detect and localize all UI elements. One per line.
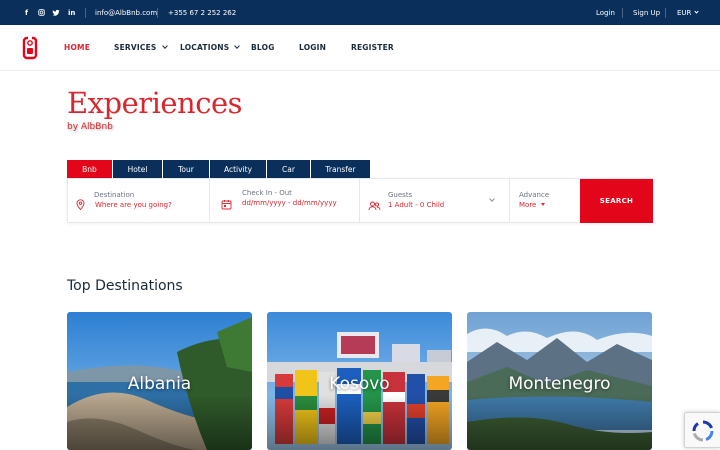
nav-services[interactable]: SERVICES xyxy=(114,43,168,52)
instagram-icon[interactable] xyxy=(38,0,45,25)
calendar-icon xyxy=(221,195,232,214)
chevron-down-icon xyxy=(489,196,495,202)
destination-card-albania[interactable]: Albania xyxy=(67,312,252,450)
dates-label: Check In - Out xyxy=(242,189,292,197)
advance-label: Advance xyxy=(519,191,550,199)
top-login-link[interactable]: Login xyxy=(596,0,615,25)
chevron-down-icon xyxy=(161,43,168,49)
nav-blog[interactable]: BLOG xyxy=(251,43,275,52)
guests-value[interactable]: 1 Adult - 0 Child xyxy=(388,201,444,209)
caret-down-icon xyxy=(540,203,545,206)
nav-register[interactable]: REGISTER xyxy=(351,43,394,52)
dates-field[interactable]: Check In - Out dd/mm/yyyy - dd/mm/yyyy xyxy=(210,179,360,222)
contact-phone[interactable]: +355 67 2 252 262 xyxy=(168,0,236,25)
nav-home[interactable]: HOME xyxy=(64,43,90,52)
tab-bnb[interactable]: Bnb xyxy=(67,160,112,178)
top-bar: f in info@AlbBnb.com +355 67 2 252 262 L… xyxy=(0,0,720,25)
tab-tour[interactable]: Tour xyxy=(163,160,209,178)
advance-more-label: More xyxy=(519,201,537,209)
page-title: Experiences xyxy=(67,86,243,120)
destination-label: Destination xyxy=(94,191,135,199)
tab-hotel[interactable]: Hotel xyxy=(113,160,162,178)
recaptcha-icon xyxy=(692,420,714,442)
section-title: Top Destinations xyxy=(67,278,183,294)
guests-field[interactable]: Guests 1 Adult - 0 Child xyxy=(360,179,510,222)
destination-card-kosovo[interactable]: Kosovo xyxy=(267,312,452,450)
chevron-down-icon xyxy=(694,9,700,14)
currency-label: EUR xyxy=(677,8,692,17)
advance-field[interactable]: Advance More xyxy=(510,179,580,222)
currency-selector[interactable]: EUR xyxy=(677,0,700,25)
divider xyxy=(622,8,623,18)
advance-more-link[interactable]: More xyxy=(519,201,545,209)
destination-name: Kosovo xyxy=(329,374,390,394)
page-subtitle: by AlbBnb xyxy=(67,122,113,132)
divider xyxy=(85,8,86,18)
tab-transfer[interactable]: Transfer xyxy=(311,160,370,178)
tab-activity[interactable]: Activity xyxy=(210,160,266,178)
linkedin-icon[interactable]: in xyxy=(68,0,75,25)
twitter-icon[interactable] xyxy=(52,0,60,25)
chevron-down-icon xyxy=(234,43,241,49)
destination-card-montenegro[interactable]: Montenegro xyxy=(467,312,652,450)
site-logo[interactable] xyxy=(22,36,40,60)
destination-name: Montenegro xyxy=(508,374,611,394)
search-button[interactable]: SEARCH xyxy=(580,179,653,223)
main-nav: HOME SERVICES LOCATIONS BLOG LOGIN REGIS… xyxy=(0,25,720,71)
users-icon xyxy=(368,196,381,215)
destination-input[interactable]: Where are you going? xyxy=(95,201,172,209)
top-signup-link[interactable]: Sign Up xyxy=(633,0,660,25)
nav-locations-label: LOCATIONS xyxy=(180,43,230,52)
nav-services-label: SERVICES xyxy=(114,43,157,52)
recaptcha-badge[interactable] xyxy=(684,412,720,448)
map-pin-icon xyxy=(76,195,85,214)
destination-name: Albania xyxy=(127,374,192,394)
booking-tabs: Bnb Hotel Tour Activity Car Transfer xyxy=(67,160,371,178)
tab-car[interactable]: Car xyxy=(267,160,310,178)
divider xyxy=(665,8,666,18)
nav-locations[interactable]: LOCATIONS xyxy=(180,43,241,52)
contact-email[interactable]: info@AlbBnb.com xyxy=(95,0,157,25)
dates-input[interactable]: dd/mm/yyyy - dd/mm/yyyy xyxy=(242,199,337,207)
search-form: Destination Where are you going? Check I… xyxy=(67,178,653,223)
guests-label: Guests xyxy=(388,191,413,199)
nav-login[interactable]: LOGIN xyxy=(299,43,326,52)
divider xyxy=(157,8,158,18)
destination-field[interactable]: Destination Where are you going? xyxy=(68,179,210,222)
facebook-icon[interactable]: f xyxy=(25,0,28,25)
